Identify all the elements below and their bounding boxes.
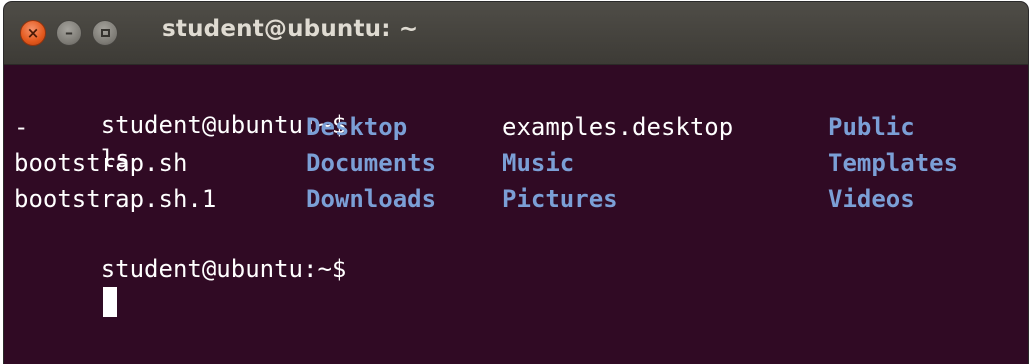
listing-entry: Pictures	[502, 185, 618, 213]
minimize-button[interactable]: –	[56, 20, 82, 46]
listing-entry: -	[14, 113, 29, 141]
listing-entry: Documents	[306, 149, 437, 177]
window-title: student@ubuntu: ~	[162, 16, 419, 42]
command-line: student@ubuntu:~$ ls	[14, 74, 347, 173]
listing-row: bootstrap.sh Documents Music Templates	[14, 146, 958, 180]
close-button[interactable]: ×	[20, 20, 46, 46]
shell-prompt: student@ubuntu:~$	[100, 255, 347, 283]
listing-row: bootstrap.sh.1 Downloads Pictures Videos	[14, 182, 915, 216]
maximize-button[interactable]	[92, 20, 118, 46]
close-icon: ×	[26, 23, 40, 42]
listing-entry: examples.desktop	[502, 113, 734, 141]
text-cursor	[102, 287, 117, 317]
listing-entry: bootstrap.sh.1	[14, 185, 217, 213]
terminal-window: × – student@ubuntu: ~ student@ubuntu:~$ …	[4, 2, 1028, 364]
maximize-icon	[100, 29, 110, 37]
title-bar[interactable]: × – student@ubuntu: ~	[4, 2, 1028, 65]
minimize-icon: –	[65, 23, 73, 42]
listing-row: - Desktop examples.desktop Public	[14, 110, 915, 144]
listing-entry: Templates	[828, 149, 959, 177]
listing-entry: Public	[828, 113, 915, 141]
terminal-output[interactable]: student@ubuntu:~$ ls - Desktop examples.…	[14, 74, 1028, 364]
listing-entry: Desktop	[306, 113, 408, 141]
listing-entry: Downloads	[306, 185, 437, 213]
listing-entry: Videos	[828, 185, 915, 213]
listing-entry: bootstrap.sh	[14, 149, 188, 177]
listing-entry: Music	[502, 149, 575, 177]
active-prompt-line[interactable]: student@ubuntu:~$	[14, 218, 346, 317]
